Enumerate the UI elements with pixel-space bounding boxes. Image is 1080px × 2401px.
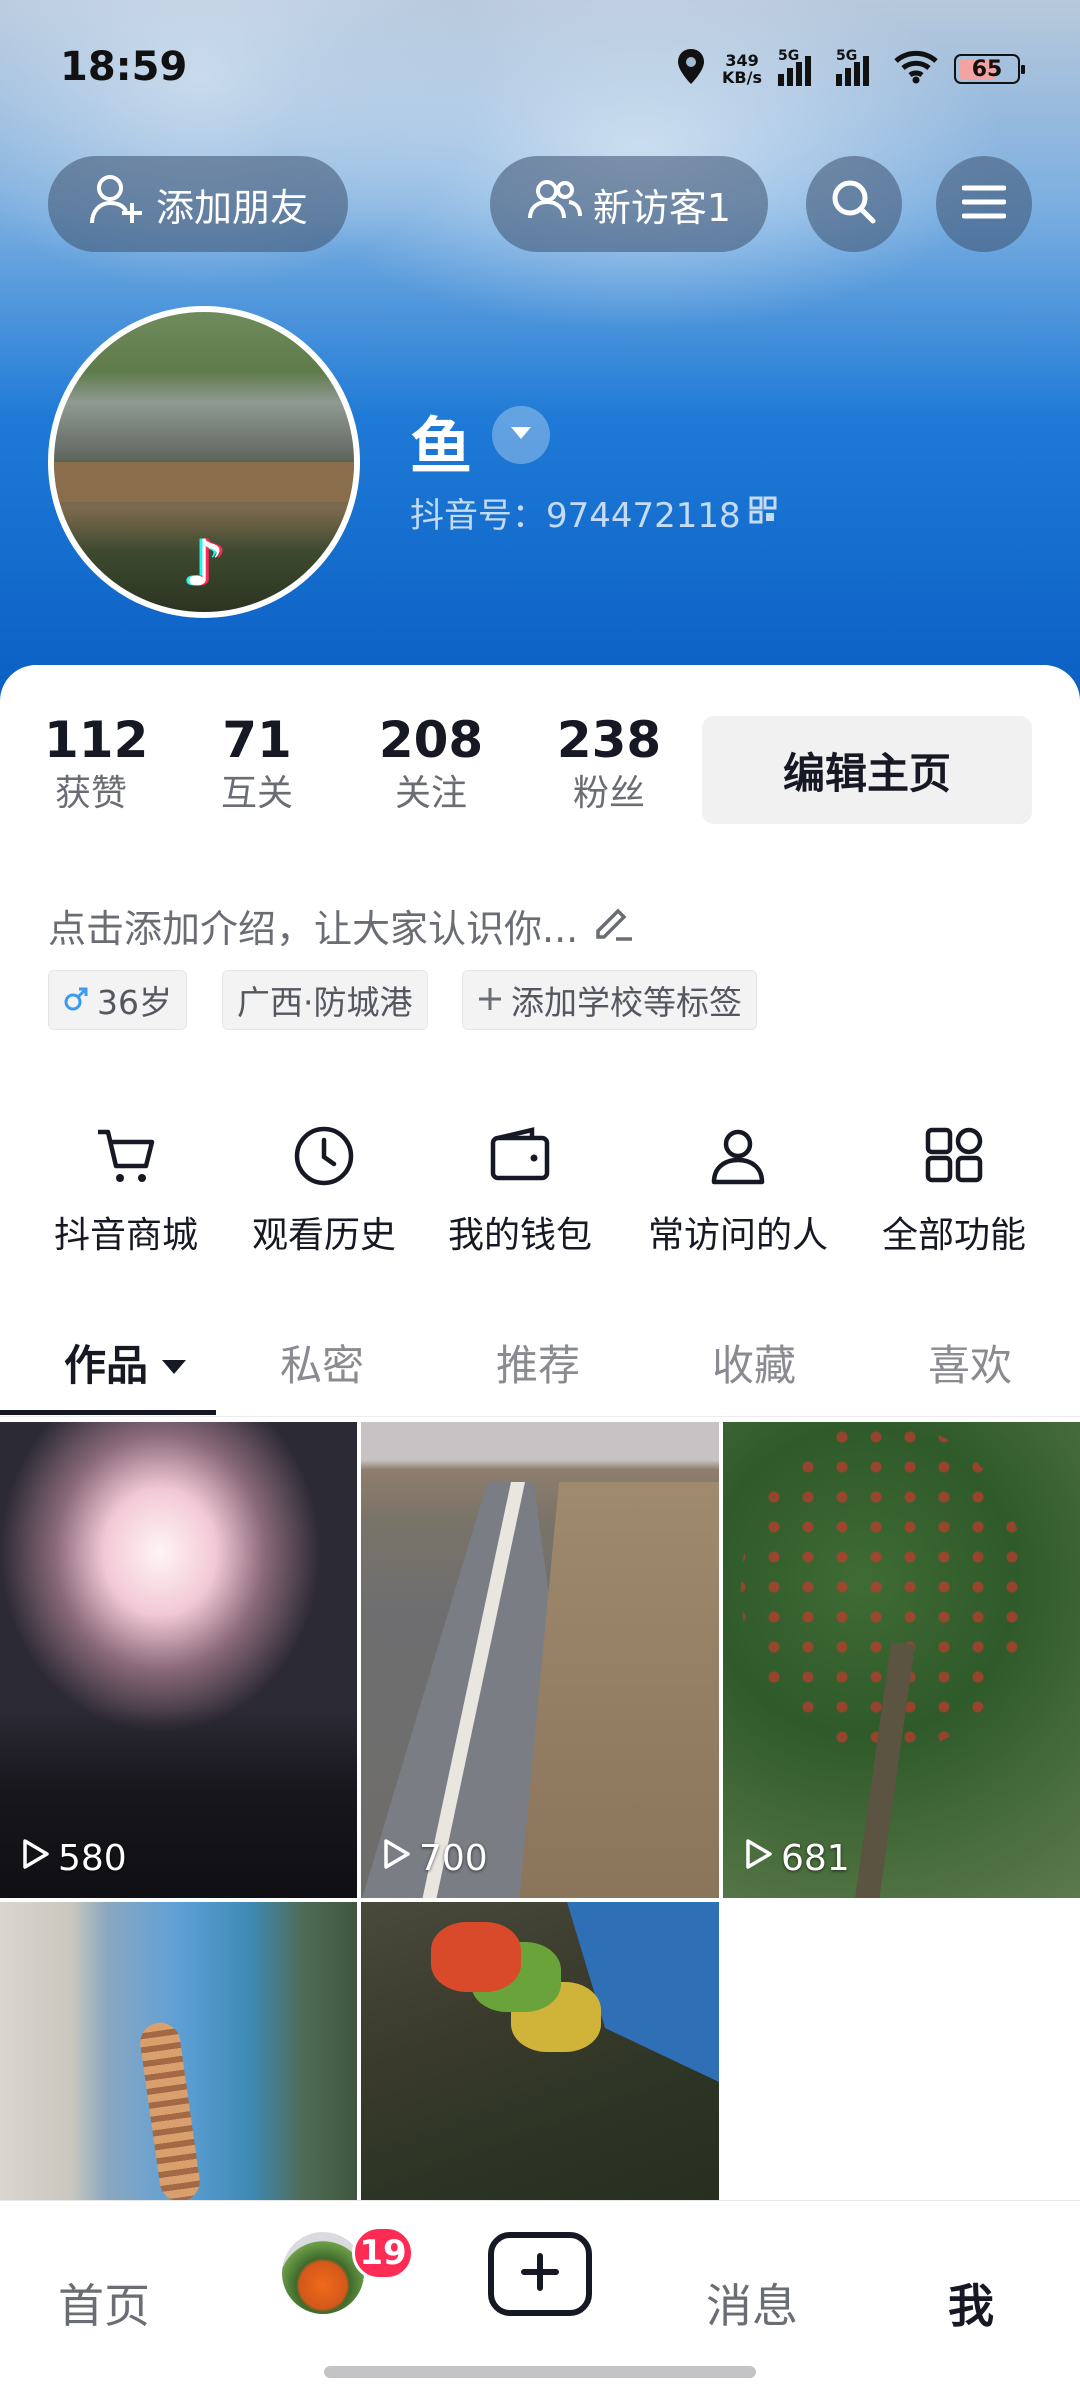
avatar[interactable]: ♪ bbox=[48, 306, 360, 618]
wifi-icon bbox=[894, 50, 938, 88]
edit-profile-button[interactable]: 编辑主页 bbox=[702, 716, 1032, 824]
cart-icon bbox=[26, 1120, 226, 1192]
play-icon bbox=[741, 1837, 775, 1880]
video-thumbnail[interactable]: 681 bbox=[723, 1422, 1080, 1898]
stat-label: 获赞 bbox=[54, 773, 127, 814]
add-friend-button[interactable]: 添加朋友 bbox=[48, 156, 348, 252]
username: 鱼 bbox=[410, 410, 473, 483]
stat-label: 互关 bbox=[220, 773, 293, 814]
status-time: 18:59 bbox=[60, 44, 188, 90]
stat-value: 112 bbox=[44, 711, 149, 769]
caret-down-icon bbox=[160, 1338, 188, 1387]
video-thumbnail[interactable] bbox=[361, 1902, 719, 2200]
video-thumbnail[interactable]: 700 bbox=[361, 1422, 719, 1898]
play-count: 580 bbox=[18, 1837, 127, 1880]
new-visitors-label: 新访客1 bbox=[592, 185, 732, 230]
account-switch-button[interactable] bbox=[492, 406, 550, 464]
menu-icon bbox=[961, 184, 1007, 224]
tab-favorites[interactable]: 收藏 bbox=[712, 1320, 796, 1404]
wallet-button[interactable]: 我的钱包 bbox=[420, 1120, 620, 1258]
plus-icon bbox=[477, 981, 503, 1020]
stat-followers[interactable]: 238 粉丝 bbox=[554, 710, 664, 818]
divider bbox=[0, 1416, 1080, 1417]
grid-icon bbox=[854, 1120, 1054, 1192]
nav-me[interactable]: 我 bbox=[948, 2270, 994, 2336]
stat-label: 关注 bbox=[394, 773, 467, 814]
stat-mutual[interactable]: 71 互关 bbox=[212, 710, 302, 818]
bio-placeholder[interactable]: 点击添加介绍，让大家认识你... bbox=[48, 898, 636, 953]
search-button[interactable] bbox=[806, 156, 902, 252]
stat-value: 71 bbox=[222, 711, 292, 769]
home-indicator bbox=[324, 2366, 756, 2378]
stat-value: 238 bbox=[556, 711, 662, 769]
nav-friends-avatar[interactable] bbox=[282, 2232, 364, 2314]
plus-icon bbox=[520, 2252, 560, 2296]
person-icon bbox=[638, 1120, 838, 1192]
edit-pencil-icon bbox=[592, 901, 636, 950]
qr-code-icon bbox=[749, 493, 777, 533]
create-button[interactable] bbox=[488, 2232, 592, 2316]
signal-icon: 5G bbox=[778, 48, 820, 86]
nav-messages[interactable]: 消息 bbox=[706, 2270, 798, 2336]
add-tag-button[interactable]: 添加学校等标签 bbox=[462, 970, 757, 1030]
tab-recommended[interactable]: 推荐 bbox=[496, 1320, 580, 1404]
douyin-id[interactable]: 抖音号：974472118 bbox=[410, 488, 777, 537]
all-features-button[interactable]: 全部功能 bbox=[854, 1120, 1054, 1258]
signal-icon: 5G bbox=[836, 48, 878, 86]
douyin-logo-icon: ♪ bbox=[184, 527, 225, 601]
network-speed: 349 KB/s bbox=[722, 51, 762, 87]
tab-private[interactable]: 私密 bbox=[280, 1320, 364, 1404]
bio-text: 点击添加介绍，让大家认识你... bbox=[48, 907, 579, 951]
battery-icon: 65 bbox=[954, 54, 1025, 84]
menu-button[interactable] bbox=[936, 156, 1032, 252]
play-count: 700 bbox=[379, 1837, 488, 1880]
frequent-visitors-button[interactable]: 常访问的人 bbox=[638, 1120, 838, 1258]
add-friend-label: 添加朋友 bbox=[155, 185, 308, 230]
clock-icon bbox=[224, 1120, 424, 1192]
wallet-icon bbox=[420, 1120, 620, 1192]
stat-value: 208 bbox=[378, 711, 484, 769]
new-visitors-button[interactable]: 新访客1 bbox=[490, 156, 768, 252]
age-tag[interactable]: 36岁 bbox=[48, 970, 187, 1030]
notification-badge: 19 bbox=[352, 2226, 414, 2280]
location-tag[interactable]: 广西·防城港 bbox=[222, 970, 428, 1030]
visitors-icon bbox=[527, 178, 583, 231]
play-icon bbox=[379, 1837, 413, 1880]
video-thumbnail[interactable] bbox=[0, 1902, 357, 2200]
location-icon bbox=[676, 48, 706, 90]
content-tabs: 作品 私密 推荐 收藏 喜欢 bbox=[0, 1320, 1080, 1416]
play-count: 681 bbox=[741, 1837, 850, 1880]
nav-home[interactable]: 首页 bbox=[58, 2270, 150, 2336]
stat-following[interactable]: 208 关注 bbox=[376, 710, 486, 818]
male-icon bbox=[63, 981, 89, 1020]
video-thumbnail[interactable]: 580 bbox=[0, 1422, 357, 1898]
add-user-icon bbox=[88, 173, 146, 236]
shop-button[interactable]: 抖音商城 bbox=[26, 1120, 226, 1258]
search-icon bbox=[829, 177, 879, 231]
caret-down-icon bbox=[509, 425, 533, 445]
play-icon bbox=[18, 1837, 52, 1880]
tab-works[interactable]: 作品 bbox=[64, 1320, 188, 1404]
history-button[interactable]: 观看历史 bbox=[224, 1120, 424, 1258]
stat-label: 粉丝 bbox=[572, 773, 645, 814]
tab-likes[interactable]: 喜欢 bbox=[928, 1320, 1012, 1404]
stat-likes[interactable]: 112 获赞 bbox=[44, 710, 149, 818]
tab-indicator bbox=[0, 1410, 216, 1415]
status-bar-right: 349 KB/s 5G 5G 65 bbox=[676, 44, 1025, 94]
